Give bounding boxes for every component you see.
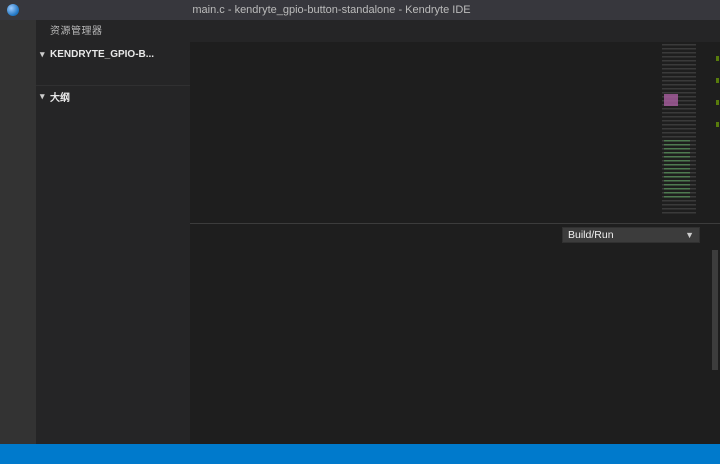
app-logo-icon [7,4,19,16]
maximize-icon[interactable] [664,0,692,20]
chevron-down-icon: ▼ [685,230,694,240]
output-log[interactable] [190,240,720,444]
explorer-section-header[interactable]: ▾ KENDRYTE_GPIO-B... [36,44,190,64]
statusbar-right [714,444,720,464]
tab-bar [190,20,720,42]
minimap[interactable] [662,44,710,216]
editor-group: Build/Run ▼ [190,20,720,444]
git-tick [716,122,719,127]
overview-ruler [715,42,720,223]
activity-bar [0,20,36,444]
editor-actions [700,20,720,42]
chevron-down-icon: ▾ [40,49,50,60]
minimize-icon[interactable] [636,0,664,20]
statusbar-left [0,444,4,464]
project-name: KENDRYTE_GPIO-B... [50,49,186,60]
outline-section: ▾ 大纲 [36,85,190,106]
sidebar: 资源管理器 ▾ KENDRYTE_GPIO-B... ▾ 大纲 [36,20,190,444]
panel-scrollbar[interactable] [712,250,718,370]
outline-title: 大纲 [50,89,186,104]
status-bar [0,444,720,464]
window-title: main.c - kendryte_gpio-button-standalone… [27,4,636,16]
window-controls [636,0,720,20]
minimap-highlight [664,94,678,106]
outline-header[interactable]: ▾ 大纲 [36,86,190,106]
bottom-panel: Build/Run ▼ [190,223,720,444]
git-tick [716,56,719,61]
minimap-git-region [664,140,690,200]
git-tick [716,100,719,105]
chevron-down-icon: ▾ [40,91,50,102]
sidebar-title: 资源管理器 [36,20,190,44]
git-tick [716,78,719,83]
app-body: 资源管理器 ▾ KENDRYTE_GPIO-B... ▾ 大纲 [0,20,720,444]
close-icon[interactable] [692,0,720,20]
code-editor[interactable] [190,42,720,223]
titlebar: main.c - kendryte_gpio-button-standalone… [0,0,720,20]
